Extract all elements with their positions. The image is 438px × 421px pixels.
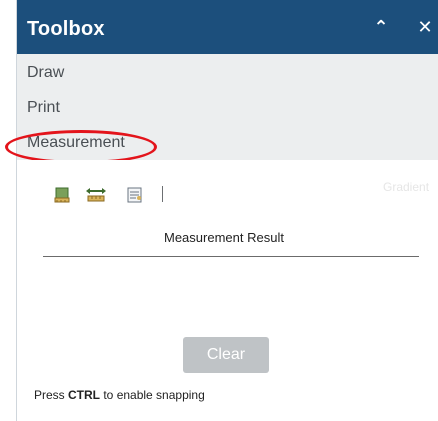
measurement-result-label: Measurement Result — [164, 230, 284, 245]
snapping-hint: Press CTRL to enable snapping — [34, 388, 205, 402]
panel-title: Toolbox — [27, 18, 105, 40]
menu-item-print[interactable]: Print — [27, 99, 60, 117]
menu-item-measurement[interactable]: Measurement — [27, 134, 125, 152]
toolbox-header: Toolbox ⌃ ✕ — [17, 0, 438, 54]
close-icon[interactable]: ✕ — [413, 14, 437, 40]
distance-measure-icon[interactable] — [85, 186, 106, 204]
tool-separator — [162, 186, 163, 202]
hint-prefix: Press — [34, 388, 69, 402]
tool-menu: Draw Print Measurement — [17, 54, 438, 160]
measurement-content — [17, 160, 438, 421]
clear-button[interactable]: Clear — [183, 337, 269, 373]
menu-item-draw[interactable]: Draw — [27, 64, 64, 82]
units-label: Gradient — [383, 180, 430, 194]
hint-key: CTRL — [68, 388, 101, 402]
collapse-icon[interactable]: ⌃ — [369, 14, 393, 40]
area-measure-icon[interactable] — [53, 186, 73, 204]
toolbox-panel: Toolbox ⌃ ✕ Draw Print Measurement Gradi… — [5, 0, 438, 421]
hint-suffix: to enable snapping — [100, 388, 205, 402]
location-measure-icon[interactable] — [125, 186, 145, 204]
result-divider — [43, 256, 419, 257]
